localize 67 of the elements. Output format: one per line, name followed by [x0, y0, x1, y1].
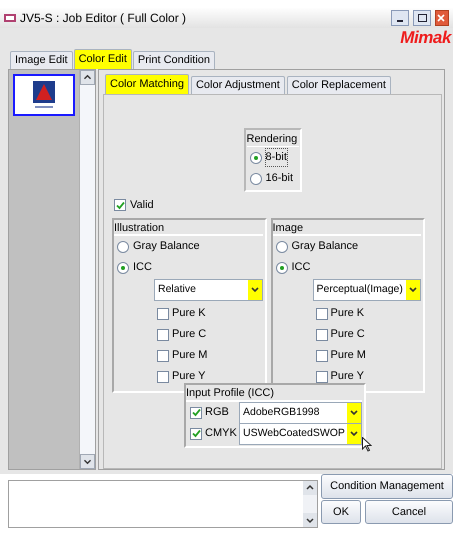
scroll-up-icon[interactable] [303, 481, 317, 495]
ok-button[interactable]: OK [321, 500, 361, 524]
checkbox[interactable] [316, 370, 328, 382]
checkbox[interactable] [190, 428, 202, 440]
radio-button[interactable] [276, 262, 288, 274]
scrollbar[interactable] [303, 481, 317, 527]
minimize-button[interactable] [391, 10, 409, 26]
checkbox-label: Pure Y [330, 369, 364, 384]
checkbox[interactable] [114, 199, 126, 211]
group-title: Image [272, 220, 421, 236]
checkbox-label: Pure C [172, 327, 206, 342]
maximize-button[interactable] [413, 10, 431, 26]
dropdown[interactable]: Relative [154, 279, 262, 301]
dropdown[interactable]: USWebCoatedSWOP [239, 422, 362, 444]
window-title: JV5-S : Job Editor ( Full Color ) [20, 10, 188, 27]
tab[interactable]: Color Adjustment [190, 76, 285, 94]
tab[interactable]: Print Condition [132, 51, 216, 69]
checkbox[interactable] [316, 328, 328, 340]
group-title: Rendering [246, 131, 298, 147]
dropdown[interactable]: AdobeRGB1998 [239, 402, 362, 424]
radio-button[interactable] [117, 240, 129, 252]
checkbox-label: Pure K [172, 306, 206, 322]
maximize-icon [418, 14, 426, 22]
radio-button[interactable] [250, 152, 262, 164]
tab[interactable]: Color Replacement [286, 76, 391, 94]
thumbnail[interactable] [13, 74, 75, 116]
scroll-down-icon[interactable] [303, 513, 317, 527]
checkbox[interactable] [190, 406, 202, 418]
checkbox-label: Pure Y [172, 369, 206, 384]
radio-button[interactable] [276, 240, 288, 252]
scroll-up-icon[interactable] [80, 70, 95, 85]
checkbox[interactable] [157, 350, 169, 362]
scrollbar[interactable] [79, 70, 95, 469]
condition-management-button[interactable]: Condition Management [321, 474, 453, 499]
radio-button[interactable] [117, 262, 129, 274]
mouse-pointer-icon [362, 437, 372, 452]
dropdown[interactable]: Perceptual(Image) [312, 279, 421, 301]
checkbox[interactable] [157, 328, 169, 340]
radio-label: 8-bit [266, 149, 287, 166]
tab[interactable]: Color Matching [105, 74, 189, 94]
checkbox-label: RGB [205, 405, 230, 420]
radio-label: ICC [292, 260, 310, 276]
checkbox-label: Pure M [330, 348, 366, 364]
group-title: Illustration [114, 220, 262, 236]
scroll-down-icon[interactable] [80, 454, 95, 469]
checkbox-label: Pure K [330, 306, 364, 322]
close-icon [436, 14, 446, 22]
checkbox-label: Pure C [330, 327, 365, 342]
tab[interactable]: Image Edit [10, 51, 73, 69]
checkbox[interactable] [316, 350, 328, 362]
radio-label: Gray Balance [133, 239, 200, 254]
radio-button[interactable] [250, 172, 262, 184]
checkbox-label: Valid [130, 198, 154, 213]
minimize-icon [397, 20, 403, 22]
checkbox[interactable] [316, 308, 328, 320]
logo: Mimak [400, 29, 453, 46]
radio-label: 16-bit [266, 171, 294, 186]
tab[interactable]: Color Edit [74, 49, 132, 69]
checkbox-label: CMYK [205, 426, 236, 442]
radio-label: ICC [133, 260, 152, 276]
app-icon [4, 13, 16, 23]
checkbox[interactable] [157, 370, 169, 382]
checkbox-label: Pure M [172, 348, 208, 364]
radio-label: Gray Balance [292, 239, 358, 254]
cancel-button[interactable]: Cancel [365, 500, 453, 524]
close-button[interactable] [435, 10, 449, 26]
checkbox[interactable] [157, 308, 169, 320]
